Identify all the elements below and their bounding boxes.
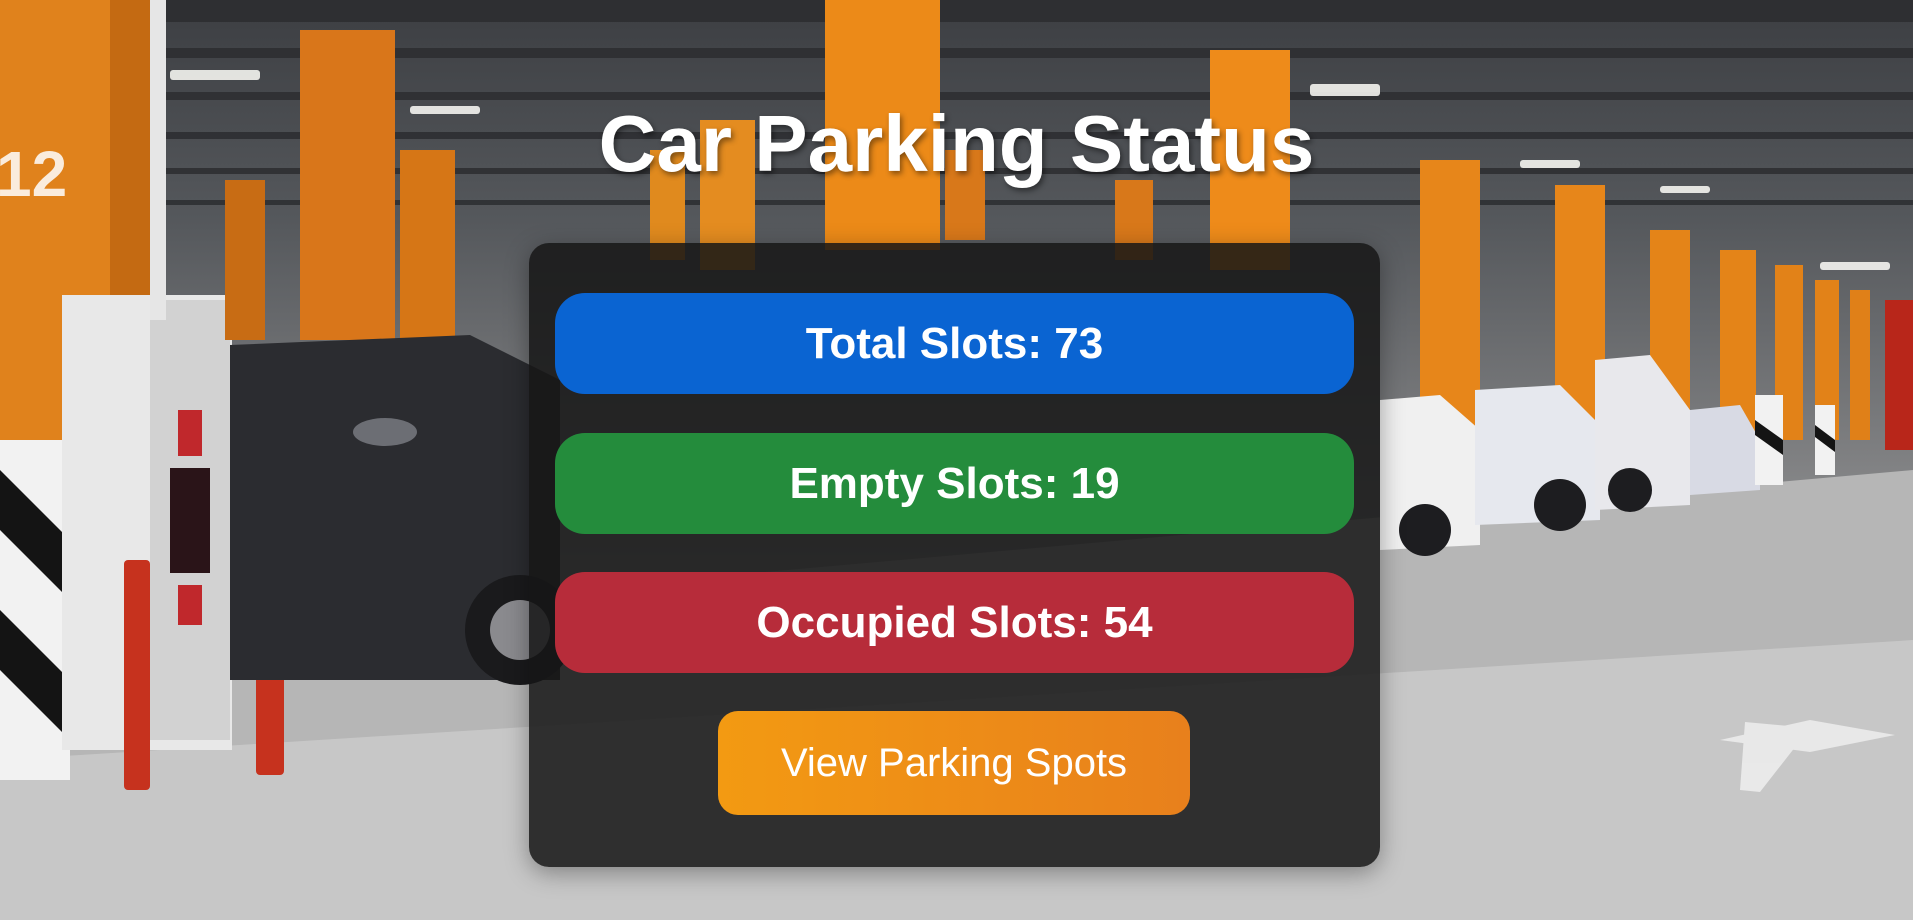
empty-slots-badge: Empty Slots: 19: [555, 433, 1354, 534]
empty-slots-value: 19: [1070, 458, 1120, 508]
total-slots-label: Total Slots: [805, 318, 1028, 368]
view-parking-spots-button[interactable]: View Parking Spots: [718, 711, 1190, 815]
status-panel: Total Slots: 73 Empty Slots: 19 Occupied…: [529, 243, 1380, 867]
page-title: Car Parking Status: [598, 99, 1315, 188]
occupied-slots-badge: Occupied Slots: 54: [555, 572, 1354, 673]
occupied-slots-label: Occupied Slots: [756, 597, 1077, 647]
empty-slots-label: Empty Slots: [789, 458, 1044, 508]
total-slots-value: 73: [1054, 318, 1104, 368]
total-slots-badge: Total Slots: 73: [555, 293, 1354, 394]
occupied-slots-value: 54: [1103, 597, 1153, 647]
dark-car: [230, 335, 575, 685]
